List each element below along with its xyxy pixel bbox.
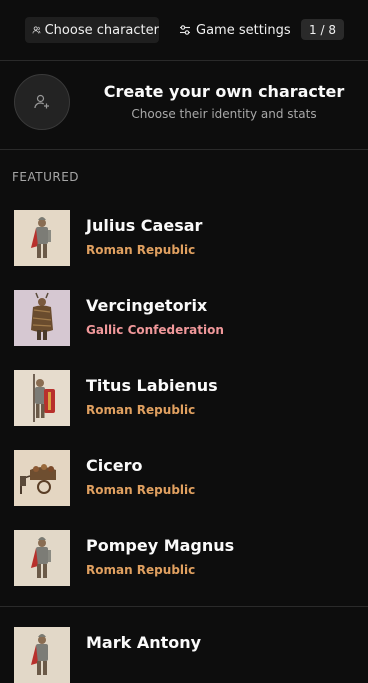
character-name: Titus Labienus bbox=[86, 376, 218, 395]
character-thumbnail bbox=[14, 627, 70, 683]
tab-settings-label: Game settings bbox=[196, 22, 291, 38]
character-thumbnail bbox=[14, 290, 70, 346]
character-row-vercingetorix[interactable]: Vercingetorix Gallic Confederation bbox=[0, 280, 368, 360]
section-label-featured: FEATURED bbox=[12, 170, 80, 184]
sliders-icon bbox=[180, 25, 190, 35]
character-name: Pompey Magnus bbox=[86, 536, 235, 555]
character-name: Cicero bbox=[86, 456, 143, 475]
top-bar: Choose character Game settings 1 / 8 bbox=[0, 0, 368, 61]
character-thumbnail bbox=[14, 210, 70, 266]
character-faction: Gallic Confederation bbox=[86, 323, 224, 337]
character-row-cicero[interactable]: Cicero Roman Republic bbox=[0, 440, 368, 520]
character-thumbnail bbox=[14, 450, 70, 506]
character-name: Mark Antony bbox=[86, 633, 202, 652]
character-name: Julius Caesar bbox=[86, 216, 203, 235]
add-user-icon bbox=[34, 94, 49, 109]
character-name: Vercingetorix bbox=[86, 296, 208, 315]
tab-choose-label: Choose character bbox=[44, 22, 159, 38]
page-counter: 1 / 8 bbox=[301, 19, 344, 40]
character-thumbnail bbox=[14, 530, 70, 586]
character-thumbnail bbox=[14, 370, 70, 426]
create-title: Create your own character bbox=[103, 82, 345, 101]
character-row-pompey-magnus[interactable]: Pompey Magnus Roman Republic bbox=[0, 520, 368, 600]
create-avatar[interactable] bbox=[14, 74, 70, 130]
create-subtitle: Choose their identity and stats bbox=[131, 107, 317, 121]
tab-choose-character[interactable]: Choose character bbox=[25, 17, 159, 43]
character-faction: Roman Republic bbox=[86, 483, 196, 497]
character-row-titus-labienus[interactable]: Titus Labienus Roman Republic bbox=[0, 360, 368, 440]
character-faction: Roman Republic bbox=[86, 243, 196, 257]
character-faction: Roman Republic bbox=[86, 403, 196, 417]
user-icon bbox=[32, 26, 41, 34]
tab-game-settings[interactable]: Game settings bbox=[178, 17, 291, 43]
character-row-julius-caesar[interactable]: Julius Caesar Roman Republic bbox=[0, 200, 368, 280]
character-list: Julius Caesar Roman Republic Vercingetor… bbox=[0, 200, 368, 683]
character-faction: Roman Republic bbox=[86, 563, 196, 577]
character-row-mark-antony[interactable]: Mark Antony bbox=[0, 606, 368, 683]
create-character-card[interactable]: Create your own character Choose their i… bbox=[0, 61, 368, 150]
